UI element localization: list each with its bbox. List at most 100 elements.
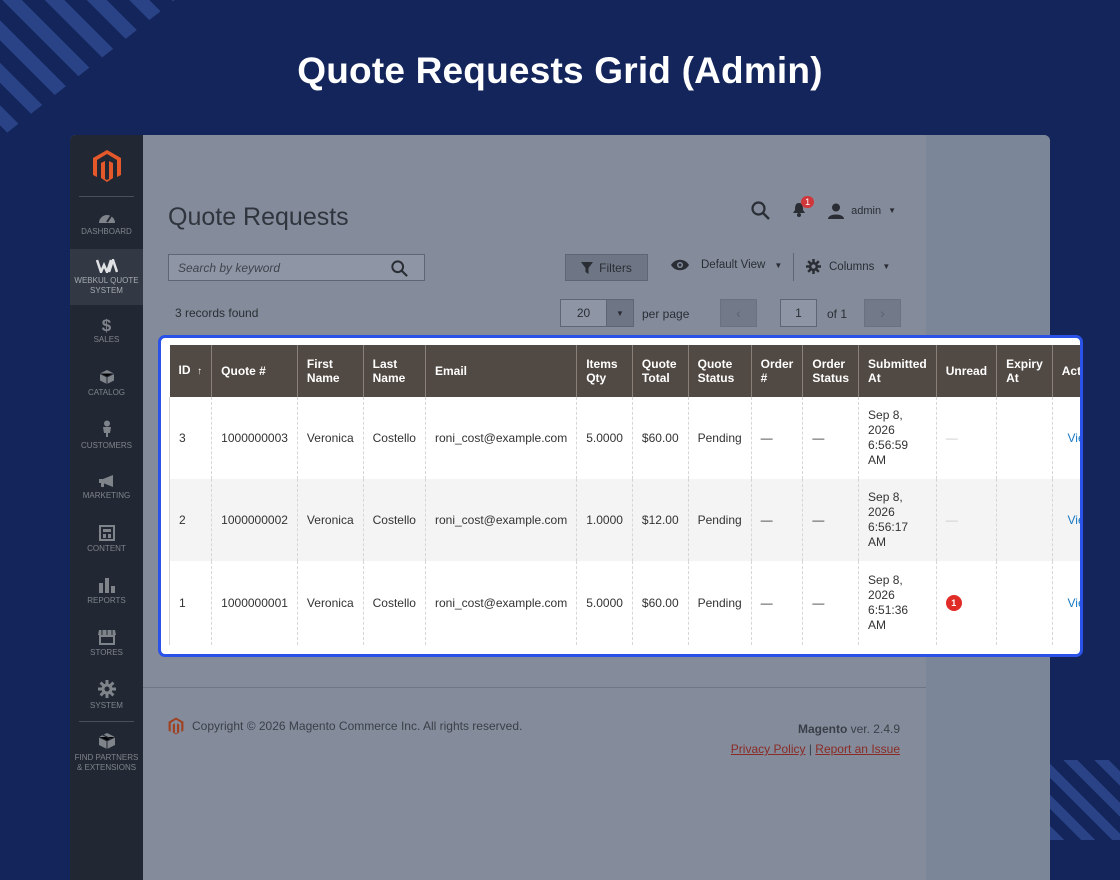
column-header-unread[interactable]: Unread <box>935 345 997 397</box>
page-title: Quote Requests <box>168 203 349 231</box>
cell-first-name: Veronica <box>296 479 364 561</box>
cell-submitted-at: Sep 8, 2026 6:56:17 AM <box>858 479 937 561</box>
cell-items-qty: 1.0000 <box>576 479 633 561</box>
view-link[interactable]: View <box>1068 596 1080 610</box>
cell-quote-total: $60.00 <box>631 397 689 479</box>
cell-items-qty: 5.0000 <box>576 397 633 479</box>
cell-order-number: — <box>750 561 803 645</box>
search-icon[interactable] <box>391 260 408 277</box>
admin-sidebar: Dashboard Webkul Quote System $ Sales Ca… <box>70 135 143 880</box>
sidebar-item-content[interactable]: Content <box>70 513 143 565</box>
view-link[interactable]: View <box>1068 431 1080 445</box>
column-header-order-status[interactable]: Order Status <box>802 345 859 397</box>
cell-id: 3 <box>168 397 212 479</box>
cell-quote-number: 1000000002 <box>211 479 298 561</box>
cell-order-status: — <box>802 561 859 645</box>
cell-unread: — <box>935 397 997 479</box>
column-header-action: Action <box>1051 345 1080 397</box>
table-row[interactable]: 2 1000000002 Veronica Costello roni_cost… <box>168 479 1080 561</box>
unread-count-badge: 1 <box>945 595 962 612</box>
person-icon <box>102 420 111 437</box>
sidebar-item-webkul-quote-system[interactable]: Webkul Quote System <box>70 249 143 305</box>
column-header-email[interactable]: Email <box>424 345 577 397</box>
cell-id: 1 <box>168 561 212 645</box>
cell-order-status: — <box>802 397 859 479</box>
table-row[interactable]: 3 1000000003 Veronica Costello roni_cost… <box>168 397 1080 479</box>
search-input[interactable] <box>178 260 388 275</box>
toolbar-divider <box>793 253 794 281</box>
sidebar-item-reports[interactable]: Reports <box>70 565 143 617</box>
sidebar-item-dashboard[interactable]: Dashboard <box>70 197 143 249</box>
footer-copyright: Copyright © 2026 Magento Commerce Inc. A… <box>168 717 522 735</box>
view-switcher[interactable]: Default View ▼ <box>670 259 782 271</box>
cube-icon <box>98 732 115 749</box>
megaphone-icon <box>98 474 113 487</box>
cell-quote-total: $12.00 <box>631 479 689 561</box>
box-icon <box>99 369 114 384</box>
sidebar-item-system[interactable]: System <box>70 669 143 721</box>
notifications-button[interactable]: 1 <box>792 195 815 220</box>
cell-quote-status: Pending <box>687 397 752 479</box>
hero-title: Quote Requests Grid (Admin) <box>297 50 823 91</box>
gear-icon <box>97 679 116 698</box>
cell-unread: 1 <box>935 561 997 645</box>
decorative-stripes <box>1050 760 1120 840</box>
filters-button[interactable]: Filters <box>565 254 648 281</box>
cell-action: View <box>1051 397 1080 479</box>
sidebar-item-customers[interactable]: Customers <box>70 409 143 461</box>
keyword-search <box>168 254 425 281</box>
cell-unread: — <box>935 479 997 561</box>
per-page-value: 20 <box>576 306 591 320</box>
quote-requests-table: ID ↑ Quote # First Name Last Name Email It… <box>168 345 1080 645</box>
cell-email: roni_cost@example.com <box>424 397 577 479</box>
cell-expiry-at <box>996 561 1053 645</box>
cell-order-number: — <box>750 397 803 479</box>
sidebar-item-sales[interactable]: $ Sales <box>70 305 143 357</box>
per-page-select[interactable]: 20 ▼ <box>560 299 634 327</box>
cell-last-name: Costello <box>362 561 426 645</box>
per-page-toggle[interactable]: ▼ <box>606 300 633 326</box>
privacy-policy-link[interactable]: Privacy Policy <box>731 742 806 756</box>
column-header-items-qty[interactable]: Items Qty <box>576 345 633 397</box>
notification-count-badge: 1 <box>801 195 815 208</box>
page-number-input[interactable]: 1 <box>780 299 817 327</box>
column-header-last-name[interactable]: Last Name <box>362 345 426 397</box>
view-link[interactable]: View <box>1068 513 1080 527</box>
column-header-quote-total[interactable]: Quote Total <box>631 345 689 397</box>
cell-order-status: — <box>802 479 859 561</box>
column-header-submitted-at[interactable]: Submitted At <box>858 345 937 397</box>
cell-quote-number: 1000000001 <box>211 561 298 645</box>
cell-first-name: Veronica <box>296 397 364 479</box>
sidebar-item-stores[interactable]: Stores <box>70 617 143 669</box>
cell-expiry-at <box>996 479 1053 561</box>
chevron-down-icon: ▼ <box>888 206 896 215</box>
table-header-row: ID ↑ Quote # First Name Last Name Email It… <box>169 345 1080 397</box>
cell-first-name: Veronica <box>296 561 364 645</box>
column-header-quote-number[interactable]: Quote # <box>211 345 298 397</box>
sidebar-item-find-partners[interactable]: Find Partners & Extensions <box>70 722 143 782</box>
column-header-quote-status[interactable]: Quote Status <box>687 345 752 397</box>
cell-action: View <box>1051 479 1080 561</box>
column-header-expiry-at[interactable]: Expiry At <box>996 345 1053 397</box>
per-page-label: per page <box>642 307 690 321</box>
sidebar-item-marketing[interactable]: Marketing <box>70 461 143 513</box>
column-header-order-number[interactable]: Order # <box>750 345 803 397</box>
user-icon <box>828 203 845 219</box>
gear-icon <box>806 259 821 274</box>
search-icon[interactable] <box>751 201 770 220</box>
bar-chart-icon <box>98 577 115 593</box>
chevron-down-icon: ▼ <box>616 308 624 318</box>
user-menu[interactable]: admin ▼ <box>828 203 896 219</box>
magento-logo[interactable] <box>79 135 134 197</box>
previous-page-button[interactable]: ‹ <box>720 299 757 327</box>
footer-version-text: ver. 2.4.9 <box>847 722 900 736</box>
footer-version: Magento ver. 2.4.9 Privacy Policy | Repo… <box>731 719 900 759</box>
table-row[interactable]: 1 1000000001 Veronica Costello roni_cost… <box>168 561 1080 645</box>
columns-control[interactable]: Columns ▼ <box>806 259 890 274</box>
cell-quote-status: Pending <box>687 479 752 561</box>
column-header-first-name[interactable]: First Name <box>296 345 364 397</box>
next-page-button[interactable]: › <box>864 299 901 327</box>
report-issue-link[interactable]: Report an Issue <box>815 742 900 756</box>
column-header-id[interactable]: ID ↑ <box>169 345 212 397</box>
sidebar-item-catalog[interactable]: Catalog <box>70 357 143 409</box>
